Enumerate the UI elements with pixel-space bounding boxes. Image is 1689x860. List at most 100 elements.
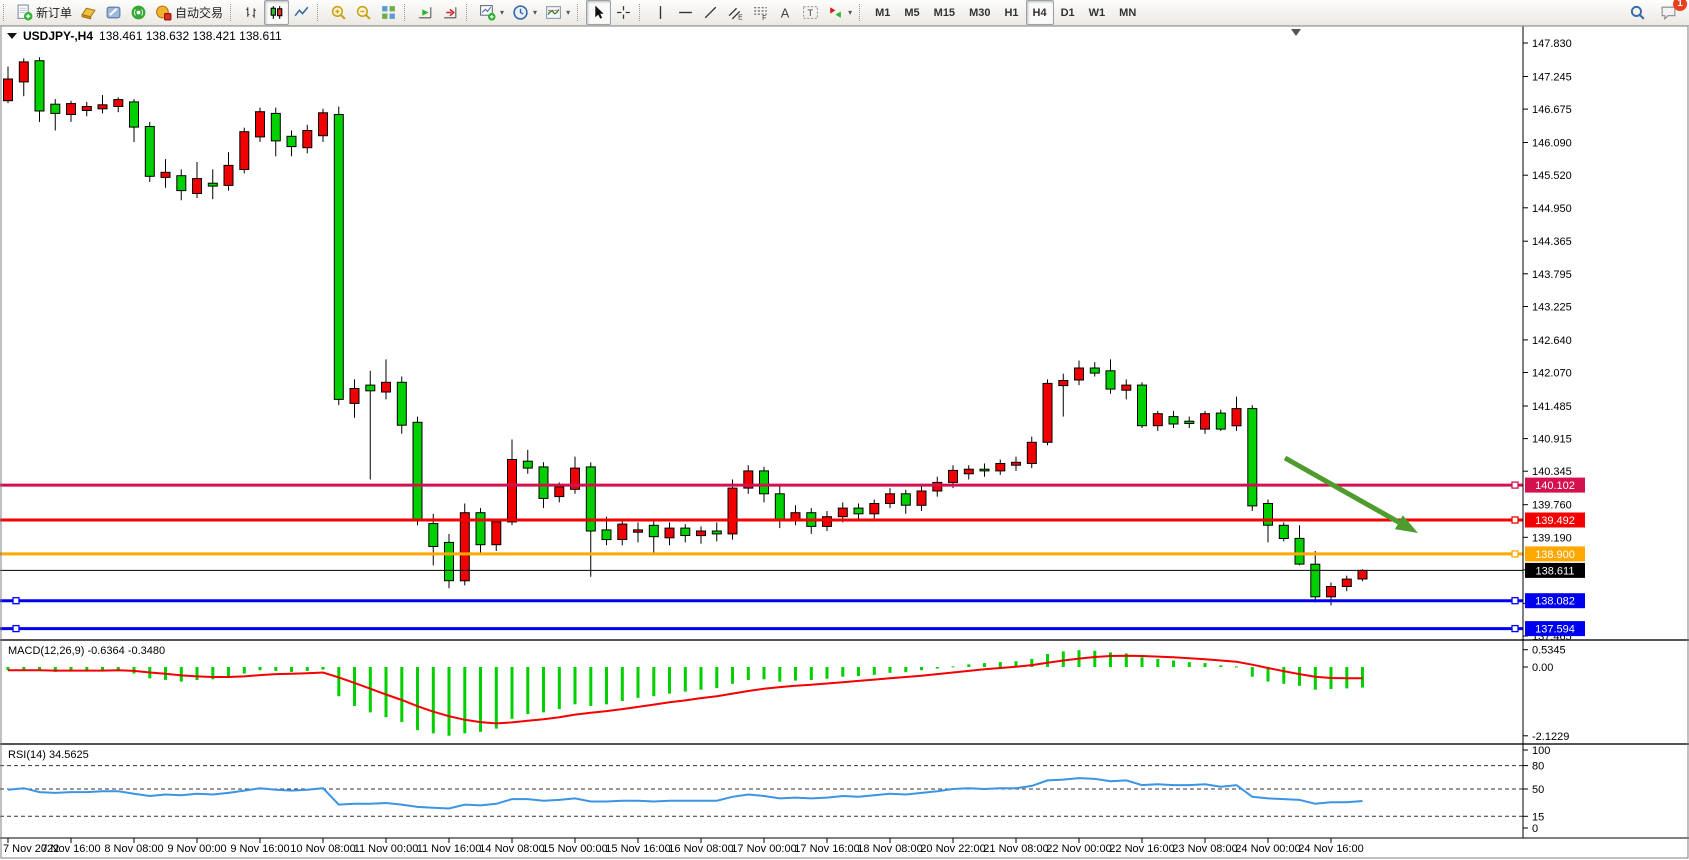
signal-button[interactable]	[126, 0, 151, 25]
candles-chart-button[interactable]	[264, 0, 289, 25]
crosshair-icon	[615, 4, 632, 21]
tf-mn-label: MN	[1119, 7, 1136, 19]
price-tick: 144.950	[1532, 203, 1572, 215]
hline-handle[interactable]	[1512, 626, 1518, 632]
search-button[interactable]	[1625, 0, 1650, 25]
candle	[1043, 379, 1052, 445]
autotrade-icon	[155, 4, 172, 21]
text-button[interactable]: A	[773, 0, 798, 25]
profiles-button[interactable]: ▾	[508, 0, 541, 25]
price-tick: 144.365	[1532, 236, 1572, 248]
toolbar-grip[interactable]	[466, 4, 471, 21]
time-tick: 8 Nov 08:00	[104, 843, 163, 855]
tf-mn[interactable]: MN	[1112, 0, 1143, 25]
candle	[1216, 410, 1225, 431]
svg-text:140.102: 140.102	[1535, 480, 1575, 492]
arrows-button[interactable]: ▾	[823, 0, 856, 25]
chart-shift-button[interactable]	[413, 0, 438, 25]
toolbar-group-chart-type	[239, 0, 314, 25]
toolbar-grip[interactable]	[317, 4, 322, 21]
hline-button[interactable]	[673, 0, 698, 25]
fibonacci-button[interactable]: F	[748, 0, 773, 25]
tile-windows-icon	[380, 4, 397, 21]
line-chart-button[interactable]	[289, 0, 314, 25]
new-chart-button-dropdown-caret-icon[interactable]: ▾	[500, 8, 504, 17]
toolbar-group-draw-tools: EFAT ▾	[648, 0, 856, 25]
trendline-button[interactable]	[698, 0, 723, 25]
zoom-in-button[interactable]	[326, 0, 351, 25]
tf-h1[interactable]: H1	[997, 0, 1025, 25]
candle	[1138, 382, 1147, 428]
toolbar-grip[interactable]	[230, 4, 235, 21]
new-order-button[interactable]: 新订单	[12, 0, 76, 25]
hline-handle[interactable]	[1512, 598, 1518, 604]
zoom-in-icon	[330, 4, 347, 21]
chart-background	[0, 26, 1689, 858]
price-tick: 139.190	[1532, 532, 1572, 544]
indicator-frame-icon	[545, 4, 562, 21]
toolbar-grip[interactable]	[639, 4, 644, 21]
hline-handle[interactable]	[13, 626, 19, 632]
new-order-button-label: 新订单	[36, 4, 72, 21]
zoom-out-button[interactable]	[351, 0, 376, 25]
channel-button[interactable]: E	[723, 0, 748, 25]
arrows-button-dropdown-caret-icon[interactable]: ▾	[848, 8, 852, 17]
candle	[240, 128, 249, 174]
toolbar-group-new-objects: ▾ ▾ ▾	[475, 0, 574, 25]
candle	[445, 534, 454, 588]
tf-m15[interactable]: M15	[927, 0, 962, 25]
notifications-button[interactable]: 1	[1656, 0, 1681, 25]
tf-h4-label: H4	[1033, 7, 1047, 19]
tf-m30[interactable]: M30	[962, 0, 997, 25]
hline-handle[interactable]	[1512, 551, 1518, 557]
chart-window-title: USDJPY-,H4 138.461 138.632 138.421 138.6…	[7, 29, 282, 43]
tf-h4[interactable]: H4	[1026, 0, 1054, 25]
hline-handle[interactable]	[1512, 482, 1518, 488]
toolbar-group-zoom	[326, 0, 401, 25]
svg-text:A: A	[781, 5, 790, 20]
candle	[728, 480, 737, 540]
profiles-button-dropdown-caret-icon[interactable]: ▾	[533, 8, 537, 17]
rsi-tick: 0	[1532, 823, 1538, 835]
tf-w1[interactable]: W1	[1082, 0, 1113, 25]
tf-d1[interactable]: D1	[1054, 0, 1082, 25]
toolbar-grip[interactable]	[577, 4, 582, 21]
notification-badge: 1	[1673, 0, 1687, 11]
chart-menu-caret-icon[interactable]	[7, 33, 17, 39]
toolbar-grip[interactable]	[3, 4, 8, 21]
vline-icon	[652, 4, 669, 21]
price-tick: 142.070	[1532, 368, 1572, 380]
text-label-button[interactable]: T	[798, 0, 823, 25]
tf-m1[interactable]: M1	[868, 0, 897, 25]
bars-chart-button[interactable]	[239, 0, 264, 25]
toolbar-grip[interactable]	[859, 4, 864, 21]
indicators-button[interactable]: ▾	[541, 0, 574, 25]
autotrade-button[interactable]: 自动交易	[151, 0, 227, 25]
hline-handle[interactable]	[13, 598, 19, 604]
toolbar-grip[interactable]	[404, 4, 409, 21]
publish-icon	[105, 4, 122, 21]
new-chart-button[interactable]: ▾	[475, 0, 508, 25]
autoscroll-button[interactable]	[438, 0, 463, 25]
channel-icon: E	[727, 4, 744, 21]
crosshair-button[interactable]	[611, 0, 636, 25]
vline-button[interactable]	[648, 0, 673, 25]
signal-icon	[130, 4, 147, 21]
rsi-tick: 50	[1532, 784, 1544, 796]
tf-m5[interactable]: M5	[897, 0, 926, 25]
hline-handle[interactable]	[1512, 517, 1518, 523]
price-tick: 141.485	[1532, 401, 1572, 413]
svg-text:138.082: 138.082	[1535, 596, 1575, 608]
cursor-button[interactable]	[586, 0, 611, 25]
gold-button[interactable]	[76, 0, 101, 25]
time-tick: 11 Nov 16:00	[417, 843, 482, 855]
publish-button[interactable]	[101, 0, 126, 25]
tile-windows-button[interactable]	[376, 0, 401, 25]
time-tick: 18 Nov 08:00	[857, 843, 922, 855]
price-tick: 139.760	[1532, 500, 1572, 512]
toolbar-group-trade: 新订单 自动交易	[12, 0, 227, 25]
chart-canvas[interactable]: MACD(12,26,9) -0.6364 -0.3480RSI(14) 34.…	[0, 0, 1689, 860]
main-toolbar: 新订单 自动交易 ▾ ▾ ▾ EFAT ▾ M1M5M15M30H1 H4 D1W1 MN 1	[0, 0, 1689, 26]
indicators-button-dropdown-caret-icon[interactable]: ▾	[566, 8, 570, 17]
time-tick: 11 Nov 00:00	[354, 843, 419, 855]
